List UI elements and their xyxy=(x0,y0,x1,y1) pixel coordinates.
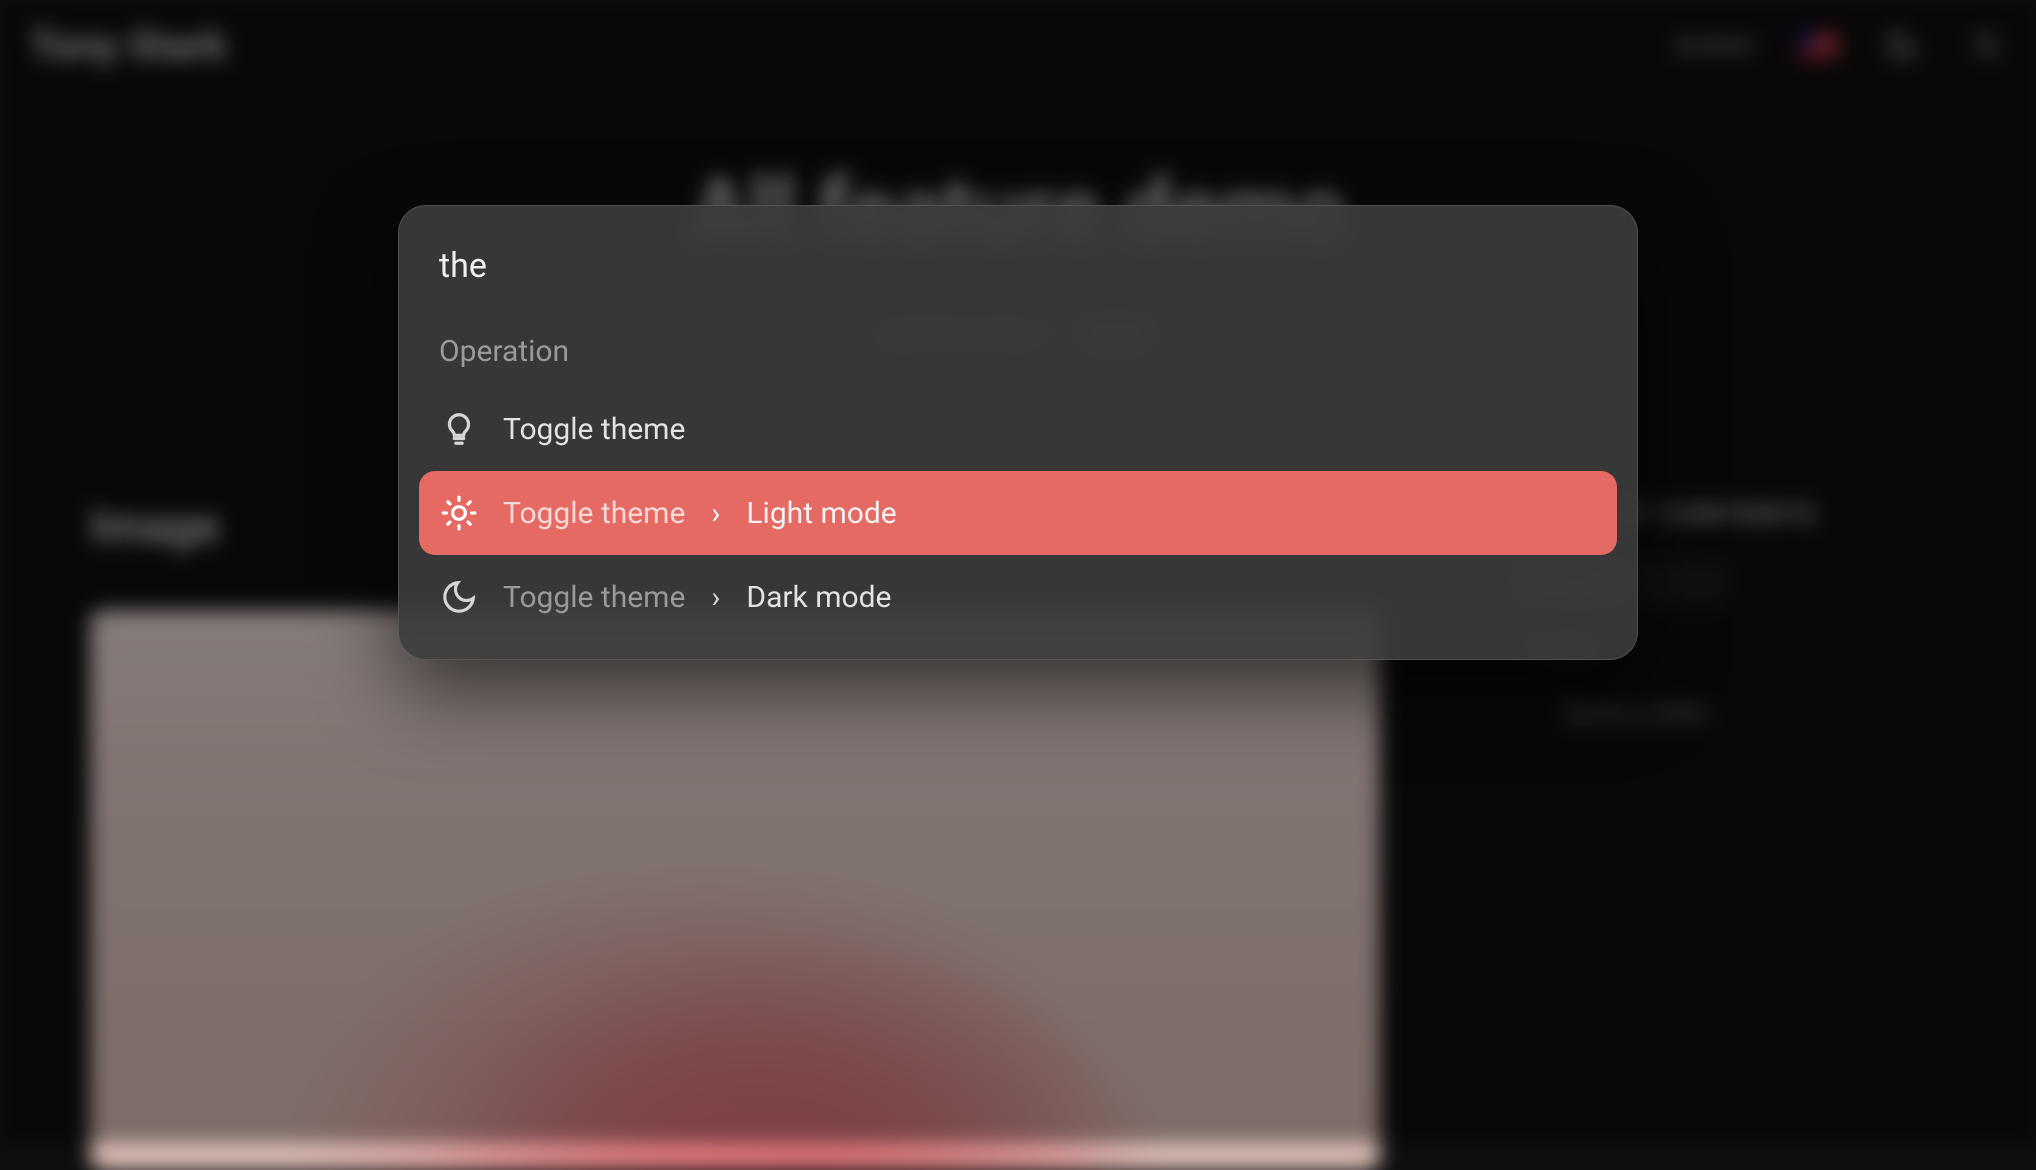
command-item-light-mode[interactable]: Toggle theme › Light mode xyxy=(419,471,1617,555)
command-item-label: Toggle theme xyxy=(503,412,685,447)
command-group-label: Operation xyxy=(419,320,1617,387)
chevron-right-icon: › xyxy=(711,496,720,531)
sun-icon xyxy=(439,493,479,533)
command-item-crumb: Toggle theme xyxy=(503,496,685,531)
command-item-crumb: Toggle theme xyxy=(503,580,685,615)
modal-overlay[interactable]: Operation Toggle theme xyxy=(0,0,2036,1144)
command-item-toggle-theme[interactable]: Toggle theme xyxy=(419,387,1617,471)
chevron-right-icon: › xyxy=(711,580,720,615)
command-palette-input[interactable] xyxy=(419,246,1617,320)
moon-icon xyxy=(439,577,479,617)
bulb-icon xyxy=(439,409,479,449)
command-item-label: Light mode xyxy=(746,496,896,531)
command-item-label: Dark mode xyxy=(746,580,891,615)
command-palette: Operation Toggle theme xyxy=(398,205,1638,660)
command-item-dark-mode[interactable]: Toggle theme › Dark mode xyxy=(419,555,1617,639)
